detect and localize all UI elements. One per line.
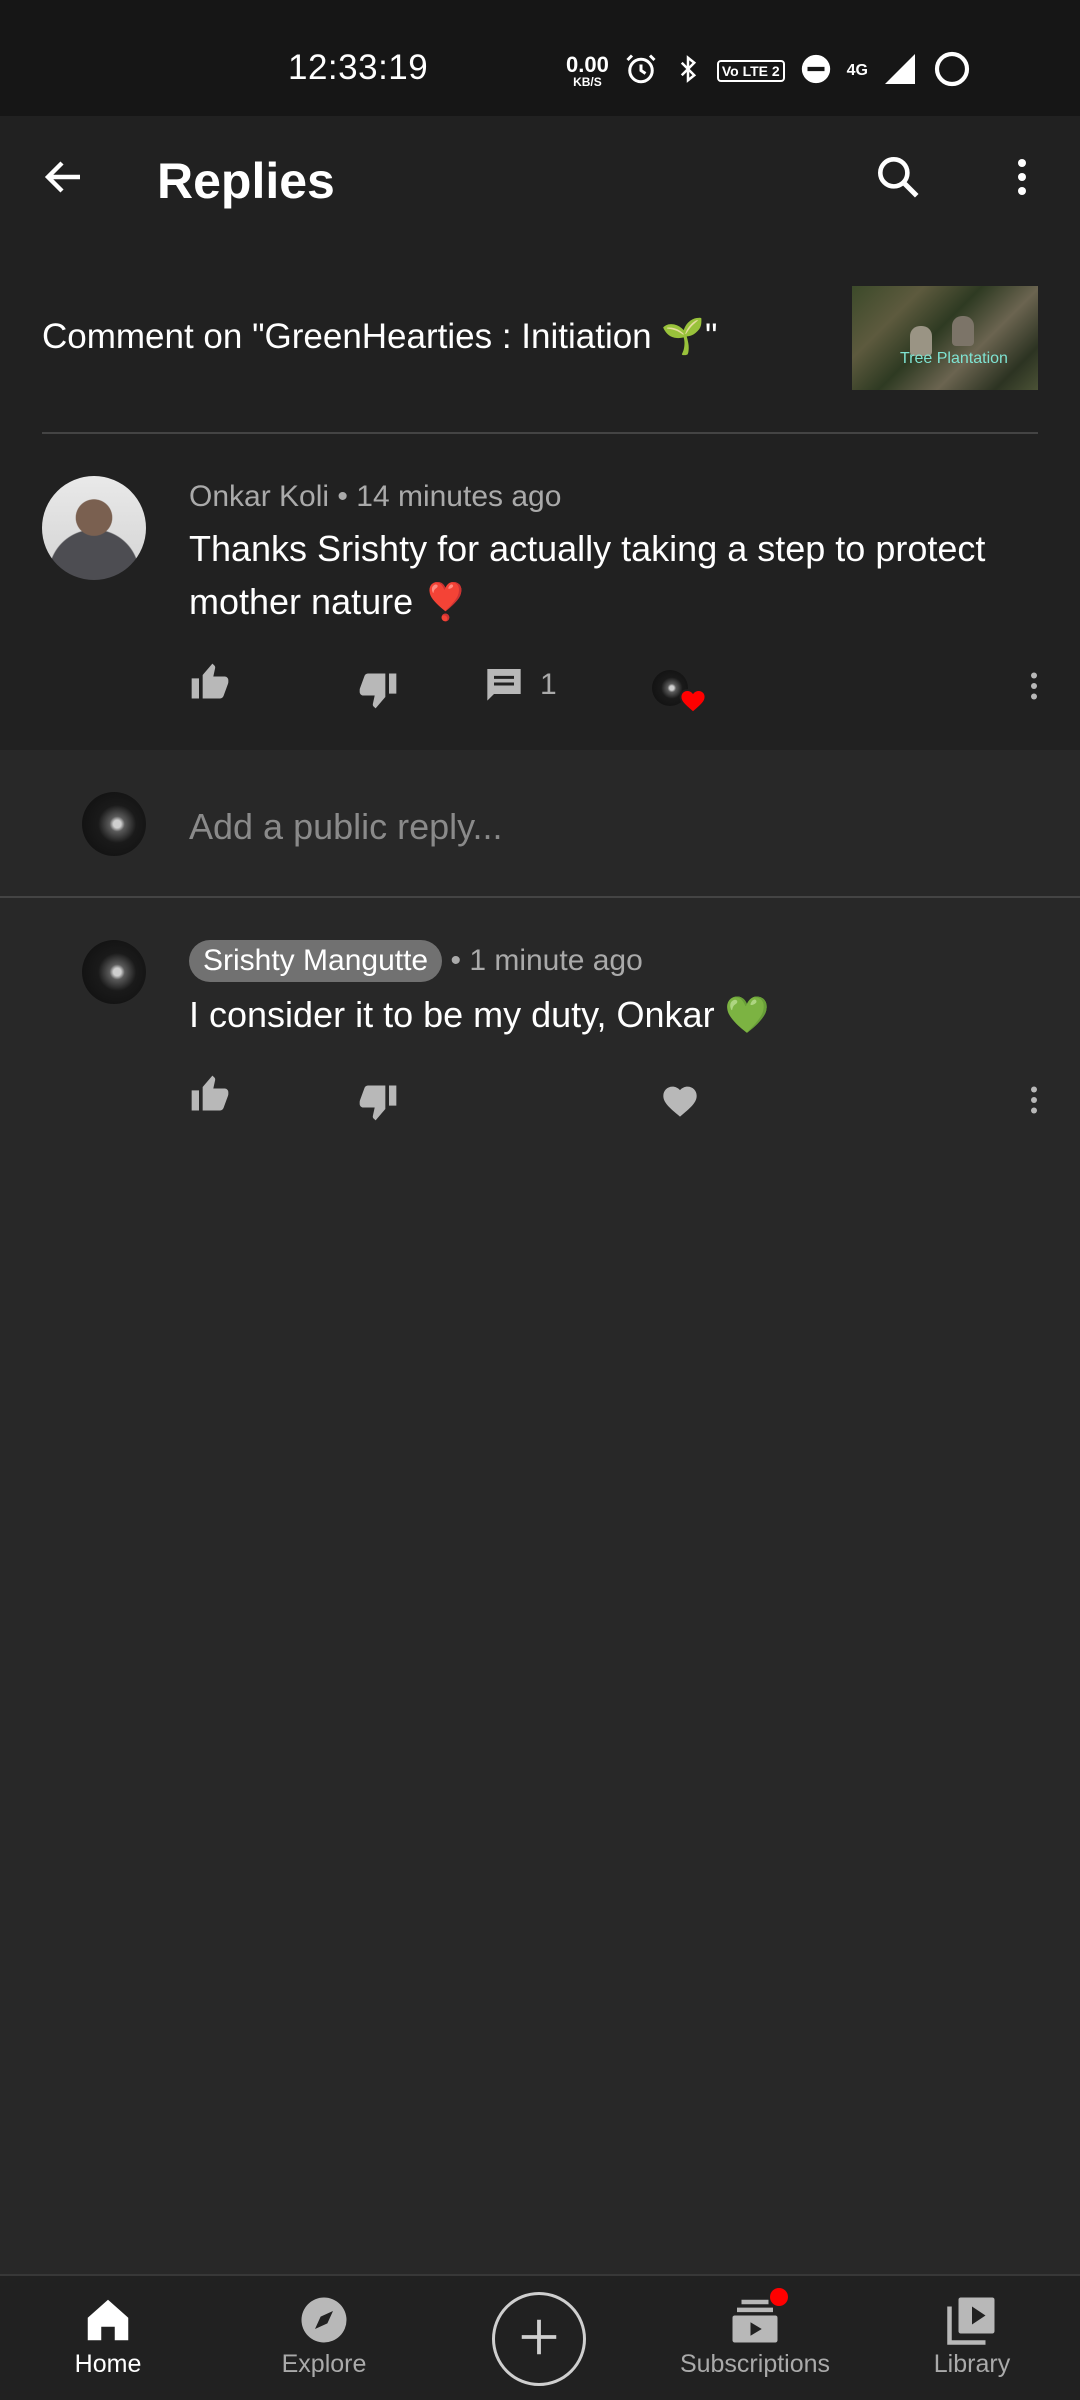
like-button[interactable]	[186, 1072, 234, 1120]
avatar[interactable]	[82, 940, 146, 1004]
comment-author[interactable]: Onkar Koli	[189, 480, 329, 513]
heart-icon	[660, 1081, 700, 1124]
thumbs-up-icon	[188, 1072, 232, 1121]
avatar[interactable]	[42, 476, 146, 580]
meta-separator: •	[450, 944, 461, 977]
create-plus-icon	[516, 2314, 562, 2365]
green-heart-emoji: 💚	[724, 994, 770, 1035]
dislike-button[interactable]	[354, 668, 402, 716]
home-icon	[81, 2292, 135, 2348]
back-arrow-icon	[40, 153, 88, 206]
net-speed-unit: KB/S	[573, 75, 602, 89]
thumbs-down-icon	[356, 1080, 400, 1129]
video-thumbnail[interactable]: Tree Plantation	[852, 286, 1038, 390]
parent-comment-section: Comment on "GreenHearties : Initiation 🌱…	[0, 242, 1080, 750]
search-icon	[873, 152, 923, 207]
status-icons: 0.00 KB/S Vo LTE 2 4G	[566, 48, 972, 94]
divider	[0, 896, 1080, 898]
net-speed: 0.00 KB/S	[566, 52, 609, 89]
nav-explore[interactable]: Explore	[254, 2276, 394, 2400]
notification-dot	[770, 2288, 788, 2306]
heart-icon	[678, 686, 708, 719]
avatar	[82, 792, 146, 856]
compass-icon	[297, 2292, 351, 2348]
alarm-icon	[623, 51, 659, 92]
reply-input-row[interactable]: Add a public reply...	[0, 750, 1080, 896]
reply-more-button[interactable]	[1010, 1078, 1058, 1126]
comment-on-label: Comment on "GreenHearties : Initiation 🌱…	[42, 317, 718, 356]
more-options-button[interactable]	[990, 147, 1054, 211]
more-vertical-icon	[1016, 1082, 1052, 1123]
comment-meta: Onkar Koli • 14 minutes ago	[189, 480, 561, 514]
library-icon	[945, 2292, 999, 2348]
reply-body: I consider it to be my duty, Onkar	[189, 994, 715, 1035]
divider	[42, 432, 1038, 434]
creator-heart-badge	[652, 666, 712, 716]
thumbs-down-icon	[356, 668, 400, 717]
thumbs-up-icon	[188, 660, 232, 709]
nav-library[interactable]: Library	[902, 2276, 1042, 2400]
meta-separator: •	[337, 480, 348, 513]
reply-input[interactable]: Add a public reply...	[189, 806, 503, 848]
back-button[interactable]	[32, 147, 96, 211]
reply-count: 1	[540, 668, 557, 701]
comment-body: Thanks Srishty for actually taking a ste…	[189, 528, 986, 622]
comment-icon	[484, 664, 524, 709]
reply-text: I consider it to be my duty, Onkar 💚	[189, 988, 1049, 1041]
status-bar: 12:33:19 0.00 KB/S Vo LTE 2 4G	[0, 0, 1080, 116]
thumbnail-text: Tree Plantation	[900, 350, 1008, 367]
nav-home-label: Home	[74, 2350, 142, 2378]
thumbnail-figure	[952, 316, 974, 346]
reply-timestamp: 1 minute ago	[469, 944, 643, 977]
heart-button[interactable]	[658, 1080, 702, 1124]
bottom-navigation: Home Explore Subscriptions Library	[0, 2274, 1080, 2400]
heart-exclamation-emoji: ❣️	[423, 581, 468, 622]
dnd-icon	[799, 52, 833, 91]
reply-author-chip[interactable]: Srishty Mangutte	[189, 940, 443, 982]
nav-subscriptions-label: Subscriptions	[679, 2350, 831, 2378]
reply-button[interactable]	[482, 664, 526, 708]
comment-text: Thanks Srishty for actually taking a ste…	[189, 522, 1049, 628]
comment-more-button[interactable]	[1010, 664, 1058, 712]
network-type: 4G	[846, 62, 868, 79]
create-button[interactable]	[492, 2292, 586, 2386]
nav-subscriptions[interactable]: Subscriptions	[660, 2276, 850, 2400]
search-button[interactable]	[866, 147, 930, 211]
volte-badge: Vo LTE 2	[716, 60, 785, 82]
more-vertical-icon	[998, 153, 1046, 206]
net-speed-value: 0.00	[566, 52, 609, 77]
signal-icon	[882, 51, 918, 92]
dislike-button[interactable]	[354, 1080, 402, 1128]
nav-home[interactable]: Home	[38, 2276, 178, 2400]
like-button[interactable]	[186, 660, 234, 708]
nav-explore-label: Explore	[281, 2350, 367, 2378]
nav-library-label: Library	[933, 2350, 1011, 2378]
more-vertical-icon	[1016, 668, 1052, 709]
comment-timestamp: 14 minutes ago	[356, 480, 562, 513]
battery-ring-icon	[932, 49, 972, 94]
app-bar: Replies	[0, 116, 1080, 242]
bluetooth-icon	[673, 50, 703, 93]
status-time: 12:33:19	[288, 48, 429, 87]
reply-meta: Srishty Mangutte • 1 minute ago	[189, 940, 643, 982]
page-title: Replies	[157, 153, 335, 209]
